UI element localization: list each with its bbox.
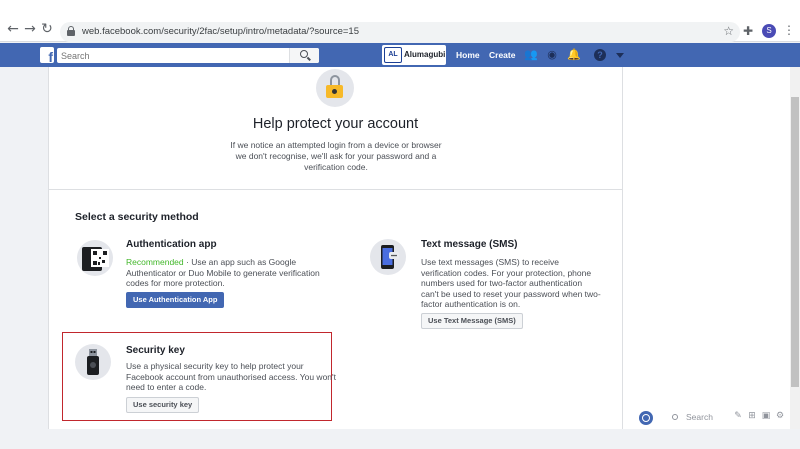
reload-icon[interactable]: ↻ (40, 22, 54, 36)
browser-toolbar: ← → ↻ web.facebook.com/security/2fac/set… (0, 0, 800, 42)
address-bar[interactable]: web.facebook.com/security/2fac/setup/int… (60, 22, 740, 42)
search-button[interactable] (289, 48, 319, 63)
section-title: Select a security method (75, 211, 199, 223)
chat-search-placeholder[interactable]: Search (686, 412, 713, 422)
account-caret-icon[interactable] (616, 53, 624, 58)
security-key-icon (75, 344, 111, 380)
method-title-authentication-app: Authentication app (126, 239, 217, 250)
compose-icon[interactable]: ✎ (733, 411, 743, 421)
use-text-message-button[interactable]: Use Text Message (SMS) (421, 313, 523, 329)
facebook-search[interactable] (57, 48, 319, 63)
profile-link[interactable]: AL Alumagubi (382, 45, 446, 65)
forward-arrow-icon[interactable]: → (23, 22, 37, 36)
use-authentication-app-button[interactable]: Use Authentication App (126, 292, 225, 308)
method-title-text-message: Text message (SMS) (421, 239, 518, 250)
star-icon[interactable]: ☆ (723, 24, 734, 38)
lock-icon[interactable] (67, 26, 75, 36)
menu-icon[interactable]: ⋮ (783, 23, 795, 37)
video-call-icon[interactable]: ▣ (761, 411, 771, 421)
text-message-icon (370, 239, 406, 275)
url-text[interactable]: web.facebook.com/security/2fac/setup/int… (82, 26, 359, 37)
friends-icon[interactable]: 👥 (524, 48, 538, 62)
globe-icon[interactable] (639, 411, 653, 425)
scrollbar-thumb[interactable] (791, 97, 799, 387)
bottom-band (0, 429, 800, 449)
search-icon (300, 50, 308, 58)
facebook-top-bar: f AL Alumagubi Home Create 👥 ◉ 🔔 ? (0, 43, 800, 67)
method-description-authentication-app: Recommended · Use an app such as Google … (126, 257, 326, 289)
page-description: If we notice an attempted login from a d… (230, 140, 442, 172)
recommended-label: Recommended (126, 257, 184, 267)
page-title: Help protect your account (252, 116, 419, 132)
settings-gear-icon[interactable]: ⚙ (775, 411, 785, 421)
create-link[interactable]: Create (489, 50, 515, 60)
scrollbar[interactable] (790, 67, 800, 429)
extensions-icon[interactable]: ✚ (743, 24, 753, 38)
notifications-icon[interactable]: 🔔 (567, 48, 581, 62)
authentication-app-icon (77, 240, 113, 276)
profile-avatar[interactable]: S (762, 24, 776, 38)
home-link[interactable]: Home (456, 50, 480, 60)
help-icon[interactable]: ? (594, 49, 606, 61)
profile-badge: AL (384, 47, 402, 63)
search-input[interactable] (61, 49, 291, 62)
back-arrow-icon[interactable]: ← (6, 22, 20, 36)
add-group-icon[interactable]: ⊞ (747, 411, 757, 421)
search-icon (672, 414, 678, 420)
right-panel (623, 67, 790, 429)
chat-search[interactable]: Search (668, 409, 738, 425)
lock-icon (316, 69, 354, 107)
facebook-logo-icon[interactable]: f (40, 47, 54, 65)
divider (48, 189, 623, 190)
use-security-key-button[interactable]: Use security key (126, 397, 200, 413)
method-description-security-key: Use a physical security key to help prot… (126, 361, 337, 393)
method-title-security-key: Security key (126, 345, 185, 356)
profile-name: Alumagubi (404, 50, 446, 59)
method-description-text-message: Use text messages (SMS) to receive verif… (421, 257, 601, 310)
messenger-icon[interactable]: ◉ (545, 48, 559, 62)
